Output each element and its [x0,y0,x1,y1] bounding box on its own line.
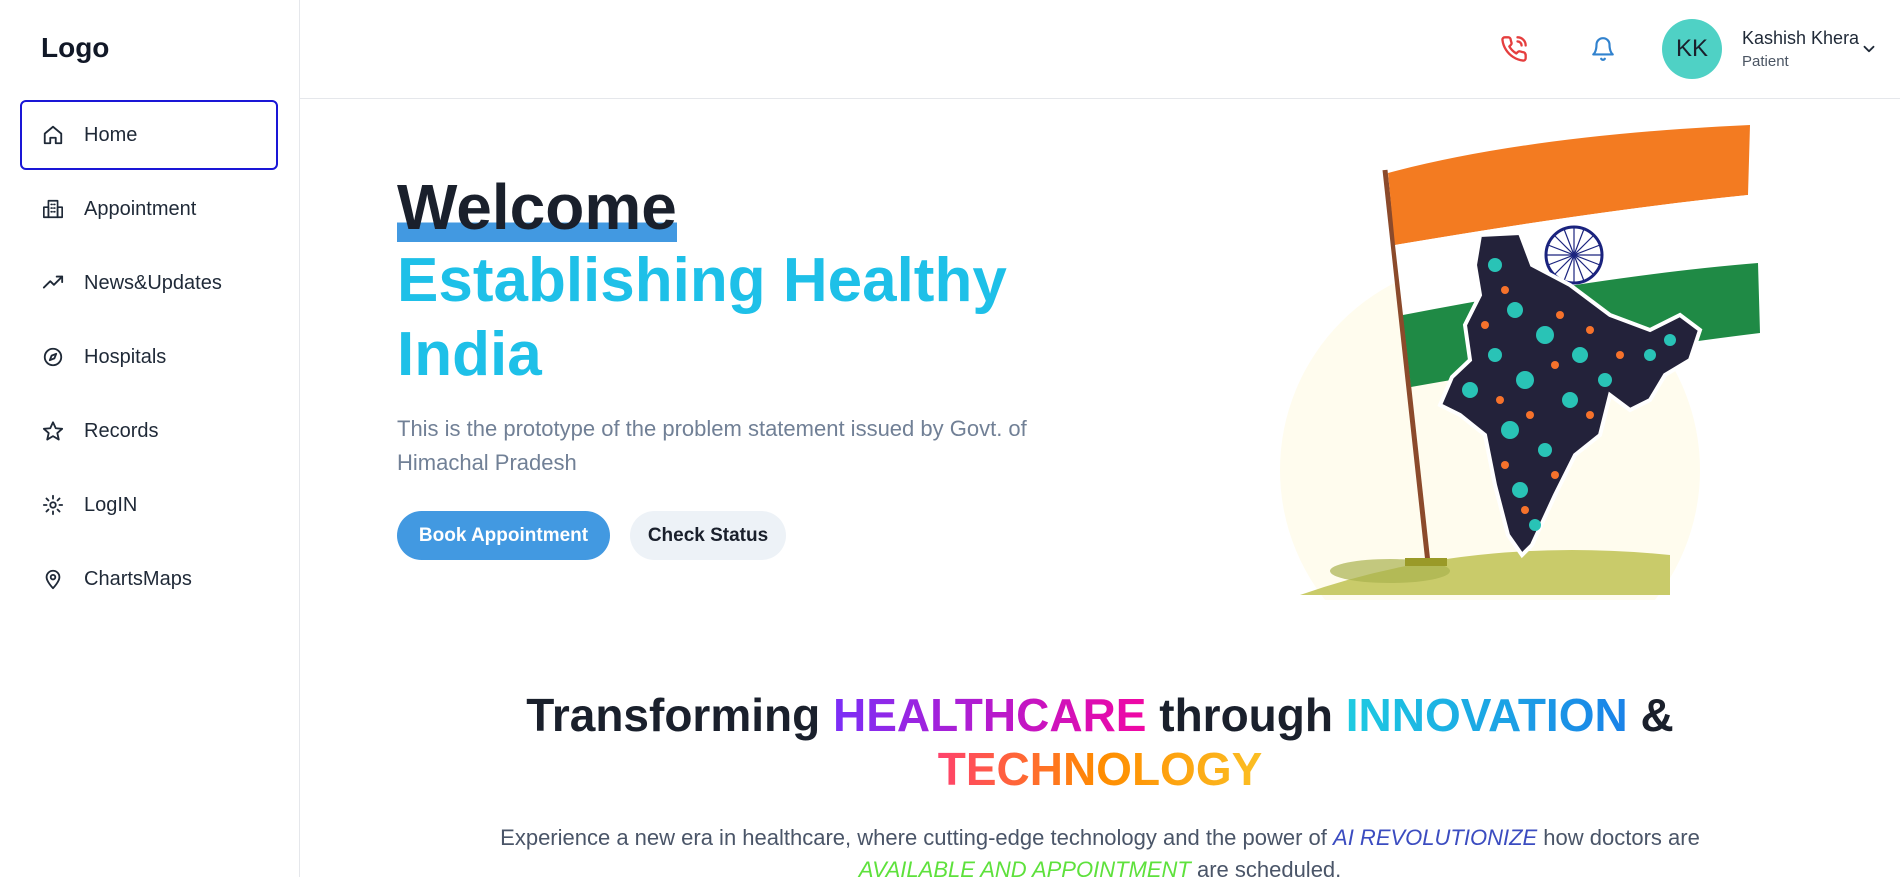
star-icon [42,420,64,442]
heading-highlight-healthcare: HEALTHCARE [833,689,1147,741]
sidebar-item-hospitals[interactable]: Hospitals [20,322,278,392]
sidebar-item-label: LogIN [84,493,138,516]
india-flag-illustration [1280,125,1760,600]
book-appointment-button[interactable]: Book Appointment [397,511,610,560]
hero-description: This is the prototype of the problem sta… [397,416,1027,475]
sidebar-item-label: Appointment [84,197,197,220]
section-heading: Transforming HEALTHCARE through INNOVATI… [470,688,1730,796]
sidebar-item-label: ChartsMaps [84,567,192,590]
avatar[interactable]: KK [1662,19,1722,79]
sidebar-item-records[interactable]: Records [20,396,278,466]
sidebar: Logo Home Appointment News&Updates Hospi… [0,0,300,877]
description-emphasis: AI REVOLUTIONIZE [1333,825,1538,850]
sidebar-item-chartsmaps[interactable]: ChartsMaps [20,544,278,614]
heading-highlight-technology: TECHNOLOGY [937,743,1263,795]
description-text: are scheduled. [1190,857,1342,882]
description-emphasis: AVAILABLE AND APPOINTMENT [858,857,1191,882]
settings-icon [42,494,64,516]
section-description: Experience a new era in healthcare, wher… [470,822,1730,886]
sidebar-item-label: Records [84,419,159,442]
sidebar-item-label: News&Updates [84,271,222,294]
logo[interactable]: Logo [41,32,109,64]
compass-icon [42,346,64,368]
heading-text: Transforming [526,689,833,741]
topbar: KK Kashish Khera Patient [300,0,1900,99]
heading-text: through [1146,689,1346,741]
description-text: how doctors are [1537,825,1700,850]
check-status-button[interactable]: Check Status [630,511,786,560]
welcome-highlight: Welcome [397,171,677,243]
sidebar-item-appointment[interactable]: Appointment [20,174,278,244]
sidebar-item-label: Home [84,123,138,146]
trending-up-icon [42,272,64,294]
description-text: Experience a new era in healthcare, wher… [500,825,1334,850]
heading-highlight-innovation: INNOVATION [1345,689,1628,741]
phone-icon[interactable] [1500,35,1528,63]
welcome-heading: Welcome [397,172,677,242]
map-pin-icon [42,568,64,590]
heading-text: & [1627,689,1674,741]
sidebar-item-login[interactable]: LogIN [20,470,278,540]
sidebar-nav: Home Appointment News&Updates Hospitals … [20,100,278,618]
hero-title: Establishing Healthy India [397,246,1007,389]
sidebar-item-news[interactable]: News&Updates [20,248,278,318]
sidebar-item-home[interactable]: Home [20,100,278,170]
user-role: Patient [1742,53,1789,70]
user-name[interactable]: Kashish Khera [1742,28,1859,49]
bell-icon[interactable] [1590,35,1616,63]
building-icon [42,198,64,220]
home-icon [42,124,64,146]
sidebar-item-label: Hospitals [84,345,167,368]
chevron-down-icon[interactable] [1860,40,1878,58]
